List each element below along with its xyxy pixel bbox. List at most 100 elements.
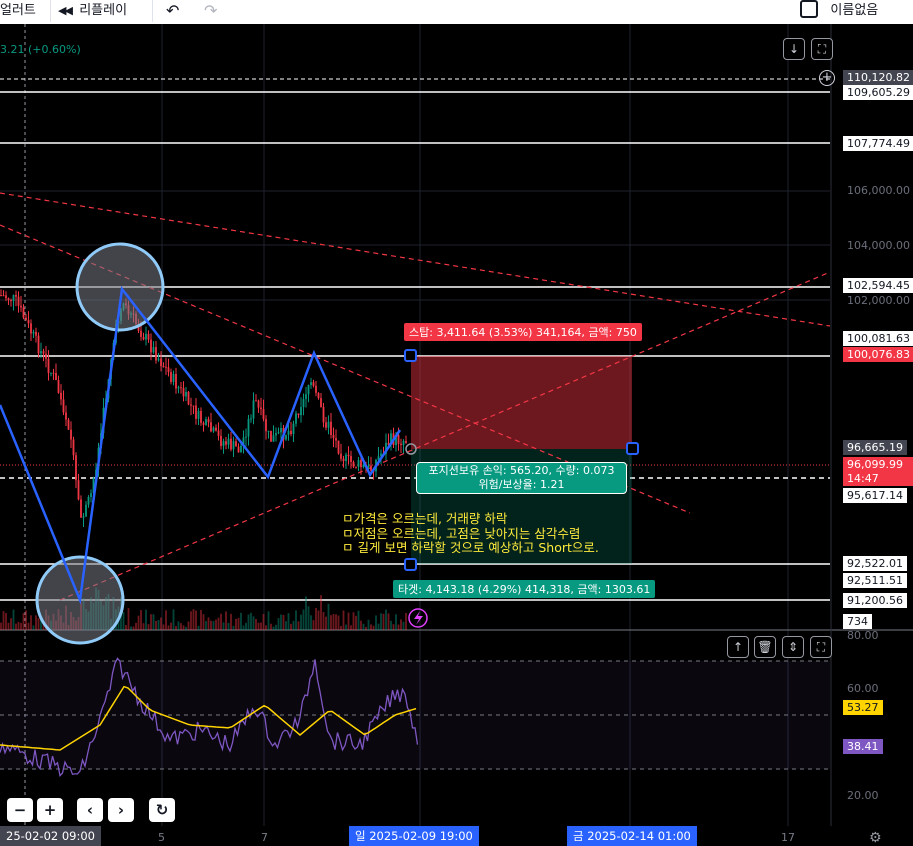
candle-body <box>262 409 265 420</box>
scroll-left-button[interactable]: ‹ <box>77 798 103 822</box>
volume-bar <box>142 623 145 630</box>
risk-reward-text: 위험/보상율: 1.21 <box>478 478 565 491</box>
volume-bar <box>207 617 210 630</box>
move-pane-up-button[interactable]: ↑ <box>727 636 749 658</box>
candle-body <box>15 294 17 297</box>
indicator-axis-label: 80.00 <box>847 629 879 642</box>
settings-gear-icon[interactable]: ⚙ <box>869 830 882 846</box>
chevron-right-icon: › <box>117 801 125 819</box>
candle-body <box>50 372 52 374</box>
expand-icon: ⛶ <box>816 640 826 654</box>
collapse-icon: ⇕ <box>787 640 799 654</box>
volume-bar <box>197 625 200 630</box>
volume-bar <box>30 615 32 630</box>
alert-button[interactable]: 얼러트 <box>0 0 36 24</box>
candle-body <box>32 331 35 334</box>
candle-body <box>370 465 372 471</box>
volume-bar <box>400 619 402 630</box>
candle-body <box>342 458 345 462</box>
redo-button[interactable]: ↷ <box>204 0 217 24</box>
time-tick: 17 <box>781 831 795 844</box>
candle-body <box>225 441 227 445</box>
volume-bar <box>277 618 280 630</box>
volume-bar <box>2 611 5 630</box>
volume-bar <box>365 626 367 630</box>
volume-bar <box>7 622 10 630</box>
crosshair-time-label: 25-02-02 09:00 <box>0 826 101 846</box>
toolbar-divider <box>152 0 153 22</box>
undo-button[interactable]: ↶ <box>166 0 179 24</box>
candle-body <box>290 430 292 435</box>
volume-bar <box>280 614 282 630</box>
analysis-note[interactable]: ㅁ가격은 오르는데, 거래량 하락 ㅁ저점은 오르는데, 고점은 낮아지는 삼각… <box>342 511 599 556</box>
volume-bar <box>172 609 175 630</box>
volume-bar <box>295 610 297 630</box>
price-label: 107,774.49 <box>843 136 913 151</box>
volume-bar <box>232 625 235 630</box>
volume-bar <box>210 620 212 630</box>
candle-body <box>20 305 22 308</box>
candle-body <box>335 438 337 441</box>
volume-bar <box>170 622 172 630</box>
target-label[interactable]: 타겟: 4,143.18 (4.29%) 414,318, 금액: 1303.6… <box>393 580 656 598</box>
candle-body <box>67 419 70 430</box>
candle-body <box>367 465 370 467</box>
reset-chart-button[interactable]: ↻ <box>149 798 175 822</box>
candle-body <box>297 413 300 416</box>
alert-label: 얼러트 <box>0 3 36 18</box>
candle-body <box>55 373 57 381</box>
candle-body <box>75 455 77 481</box>
volume-bar <box>350 625 352 630</box>
volume-bar <box>392 624 395 630</box>
volume-bar <box>25 610 27 630</box>
candle-body <box>72 439 75 456</box>
candle-body <box>200 411 202 423</box>
candle-body <box>82 516 85 518</box>
candle-body <box>165 366 167 368</box>
price-label: 106,000.00 <box>847 184 910 197</box>
top-circle-marker[interactable] <box>75 242 165 332</box>
scroll-down-button[interactable]: ↓ <box>783 38 805 60</box>
volume-bar <box>317 610 320 630</box>
layout-name-toggle[interactable]: 이름없음 <box>800 0 878 24</box>
candle-body <box>345 454 347 462</box>
replay-button[interactable]: ◀◀ 리플레이 <box>58 0 127 24</box>
candle-body <box>27 319 30 324</box>
volume-bar <box>305 596 307 630</box>
volume-bar <box>192 609 195 630</box>
volume-bar <box>155 620 157 630</box>
delete-pane-button[interactable]: 🗑 <box>754 636 776 658</box>
candle-body <box>85 504 87 517</box>
maximize-pane-button[interactable]: ⛶ <box>810 636 832 658</box>
last-price-label: 96,099.99 <box>843 457 913 472</box>
zoom-out-button[interactable]: − <box>7 798 33 822</box>
stop-label[interactable]: 스탑: 3,411.64 (3.53%) 341,164, 금액: 750 <box>404 323 642 341</box>
scroll-right-button[interactable]: › <box>108 798 134 822</box>
collapse-pane-button[interactable]: ⇕ <box>782 636 804 658</box>
volume-bar <box>212 621 215 630</box>
countdown-label: 14:47 <box>843 471 913 486</box>
price-label: 104,000.00 <box>847 239 910 252</box>
volume-bar <box>360 620 362 630</box>
candle-body <box>252 400 255 419</box>
candle-body <box>167 367 170 373</box>
note-line: ㅁ 길게 보면 하락할 것으로 예상하고 Short으로. <box>342 540 599 555</box>
candle-body <box>340 453 342 459</box>
candle-body <box>0 295 2 296</box>
candle-body <box>170 372 172 382</box>
candle-body <box>320 398 322 407</box>
candle-body <box>347 454 350 457</box>
volume-bar <box>355 615 357 630</box>
volume-bar <box>22 613 25 630</box>
range-start-label: 일 2025-02-09 19:00 <box>349 826 479 846</box>
volume-bar <box>125 624 127 630</box>
chart-canvas[interactable] <box>0 24 913 846</box>
volume-bar <box>340 625 342 630</box>
zoom-in-button[interactable]: + <box>37 798 63 822</box>
candle-body <box>352 461 355 467</box>
volume-bar <box>247 614 250 630</box>
candle-body <box>360 460 362 468</box>
add-alert-icon[interactable]: + <box>819 70 835 86</box>
position-info-box[interactable]: 포지션보유 손익: 565.20, 수량: 0.073 위험/보상율: 1.21 <box>416 462 627 494</box>
fullscreen-button[interactable]: ⛶ <box>811 38 833 60</box>
